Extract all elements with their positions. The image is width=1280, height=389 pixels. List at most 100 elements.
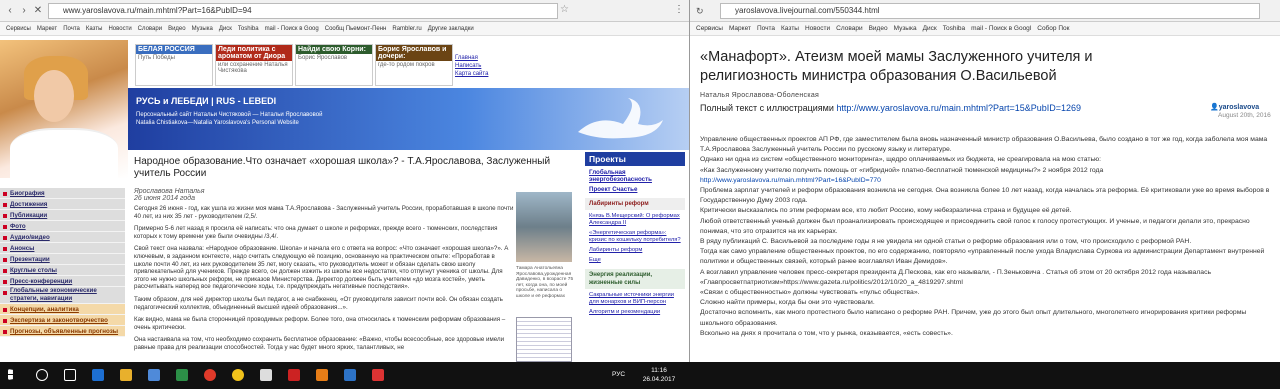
url-input[interactable]: www.yaroslavova.ru/main.mhtml?Part=16&Pu…	[48, 3, 558, 19]
mother-photo	[516, 192, 572, 262]
link-home[interactable]: Главная	[455, 55, 515, 61]
app-icon[interactable]	[288, 369, 300, 381]
promo-sub: где-то родом покров	[378, 62, 435, 68]
bookmark-item[interactable]: Диск	[219, 22, 232, 35]
sidebar-item[interactable]: Фото	[0, 221, 125, 232]
clock-time: 11:16	[651, 367, 667, 374]
sidebar-item[interactable]: Экспертиза и законотворчество	[0, 315, 125, 326]
bookmark-item[interactable]: Почта	[757, 22, 775, 35]
url-input[interactable]: yaroslavova.livejournal.com/550344.html	[720, 3, 1260, 19]
bookmark-item[interactable]: Словари	[138, 22, 162, 35]
post-paragraph: Тогда как само управление общественных п…	[700, 248, 1265, 266]
bookmark-item[interactable]: Словари	[836, 22, 862, 35]
bookmark-item[interactable]: Новости	[108, 22, 131, 35]
left-browser-window: ‹ › ✕ www.yaroslavova.ru/main.mhtml?Part…	[0, 0, 690, 362]
promo-title: Борис Ярославов и дочери:	[376, 45, 452, 61]
bookmark-item[interactable]: Казты	[86, 22, 103, 35]
bookmark-item[interactable]: Собор Пок	[1037, 22, 1069, 35]
bookmark-item[interactable]: Почта	[63, 22, 80, 35]
promo-belaya-rossiya[interactable]: БЕЛАЯ РОССИЯ Путь Победы	[135, 44, 213, 86]
link-sitemap[interactable]: Карта сайта	[455, 71, 515, 77]
back-icon[interactable]: ‹	[4, 5, 16, 17]
forward-icon[interactable]: ›	[18, 5, 30, 17]
menu-icon[interactable]: ⋮	[674, 4, 684, 15]
project-item[interactable]: Сакральные источники энергии для монархо…	[589, 292, 681, 306]
opera-icon[interactable]	[204, 369, 216, 381]
portrait-face	[34, 70, 74, 122]
app-icon[interactable]	[344, 369, 356, 381]
bookmarks-bar: Сервисы Маркет Почта Казты Новости Словари Вид…	[0, 22, 689, 36]
project-item[interactable]: Князь В.Мещерский: О реформах Александра…	[589, 213, 681, 227]
bookmark-item[interactable]: Казты	[781, 22, 799, 35]
project-item[interactable]: Лабиринты реформ	[589, 247, 681, 254]
sidebar-item[interactable]: Концепции, аналитика	[0, 304, 125, 315]
sidebar-item[interactable]: Глобальные экономические стратеги, навиг…	[0, 287, 125, 304]
mail-icon[interactable]	[176, 369, 188, 381]
sidebar-item[interactable]: Прогнозы, объявленные прогнозы	[0, 326, 125, 337]
store-icon[interactable]	[148, 369, 160, 381]
promo-sub: или сохранение Наталья Чистякова	[218, 62, 288, 74]
search-icon[interactable]	[36, 369, 48, 381]
bookmark-star-icon[interactable]: ☆	[560, 4, 569, 15]
bookmark-item[interactable]: Rambler.ru	[392, 22, 421, 35]
post-date: August 20th, 2016	[1218, 112, 1271, 119]
project-item[interactable]: Алгоритм и рекомендации	[589, 309, 681, 316]
project-item[interactable]: «Энергетическая реформа»: кризис по коше…	[589, 230, 681, 244]
sidebar-item[interactable]: Анонсы	[0, 243, 125, 254]
app-icon[interactable]	[372, 369, 384, 381]
post-paragraph: Достаточно вспомнить, как много протестн…	[700, 309, 1247, 327]
post-paragraph: Вскольно на днях я прочитала о том, что …	[700, 329, 953, 337]
bookmark-item[interactable]: Видео	[869, 22, 888, 35]
projects-header: Проекты	[585, 152, 685, 166]
bookmark-item[interactable]: Новости	[805, 22, 830, 35]
clock[interactable]: 11:16 26.04.2017	[635, 366, 683, 384]
sidebar-item[interactable]: Пресс-конференции	[0, 276, 125, 287]
bookmark-item[interactable]: Сервисы	[696, 22, 723, 35]
link-write[interactable]: Написать	[455, 63, 515, 69]
full-text-link[interactable]: http://www.yaroslavova.ru/main.mhtml?Par…	[836, 103, 1081, 113]
document-thumbnail[interactable]	[516, 317, 572, 362]
sidebar-item[interactable]: Круглые столы	[0, 265, 125, 276]
promo-boris[interactable]: Борис Ярославов и дочери: где-то родом п…	[375, 44, 453, 86]
sidebar-item[interactable]: Презентации	[0, 254, 125, 265]
bookmark-item[interactable]: Диск	[923, 22, 937, 35]
more-link[interactable]: Еще	[589, 257, 681, 264]
edge-icon[interactable]	[92, 369, 104, 381]
sidebar-item[interactable]: Достижения	[0, 199, 125, 210]
close-icon[interactable]: ✕	[32, 5, 44, 17]
bookmark-item[interactable]: Toshiba	[238, 22, 259, 35]
sidebar-item[interactable]: Аудио/видео	[0, 232, 125, 243]
bookmark-item[interactable]: Маркет	[729, 22, 751, 35]
bookmark-item[interactable]: Музыка	[894, 22, 917, 35]
bookmark-item[interactable]: Сообщ Пьемонт-Пенн	[325, 22, 387, 35]
site-banner: РУСЬ и ЛЕБЕДИ | RUS - LEBEDI Персональны…	[128, 88, 689, 150]
start-icon[interactable]	[8, 369, 19, 380]
bookmark-item[interactable]: Сервисы	[6, 22, 31, 35]
promo-lady-politika[interactable]: Леди политика с ароматом от Диора или со…	[215, 44, 293, 86]
language-indicator[interactable]: РУС	[612, 371, 625, 378]
bookmark-item[interactable]: Другие закладки	[428, 22, 474, 35]
user-link[interactable]: 👤yaroslavova	[1210, 103, 1259, 111]
bookmark-item[interactable]: mail - Поиск в Goog	[265, 22, 319, 35]
sidebar-item[interactable]: Публикации	[0, 210, 125, 221]
bookmark-item[interactable]: mail - Поиск в Googl	[971, 22, 1031, 35]
chrome-icon[interactable]	[232, 369, 244, 381]
bookmark-item[interactable]: Маркет	[37, 22, 57, 35]
bookmark-item[interactable]: Музыка	[192, 22, 213, 35]
sidebar-item[interactable]: Биография	[0, 188, 125, 199]
promo-korni[interactable]: Найди свою Корни: Борис Ярославов	[295, 44, 373, 86]
app-icon[interactable]	[260, 369, 272, 381]
projects-column: Проекты Глобальная энергобезопасность Пр…	[585, 152, 685, 362]
project-link-energy[interactable]: Глобальная энергобезопасность	[589, 169, 681, 183]
bookmark-item[interactable]: Видео	[168, 22, 186, 35]
post-paragraph: «Связи с общественностью» должны чувство…	[700, 289, 920, 297]
reload-icon[interactable]: ↻	[696, 6, 706, 16]
post-paragraph[interactable]: http://www.yaroslavova.ru/main.mhtml?Par…	[700, 176, 1280, 186]
task-view-icon[interactable]	[64, 369, 76, 381]
project-link-happiness[interactable]: Проект Счастье	[589, 186, 681, 193]
bookmark-item[interactable]: Toshiba	[943, 22, 965, 35]
address-bar: ‹ › ✕ www.yaroslavova.ru/main.mhtml?Part…	[0, 0, 689, 22]
app-icon[interactable]	[316, 369, 328, 381]
labyrinths-header: Лабиринты реформ	[585, 198, 685, 210]
folder-icon[interactable]	[120, 369, 132, 381]
